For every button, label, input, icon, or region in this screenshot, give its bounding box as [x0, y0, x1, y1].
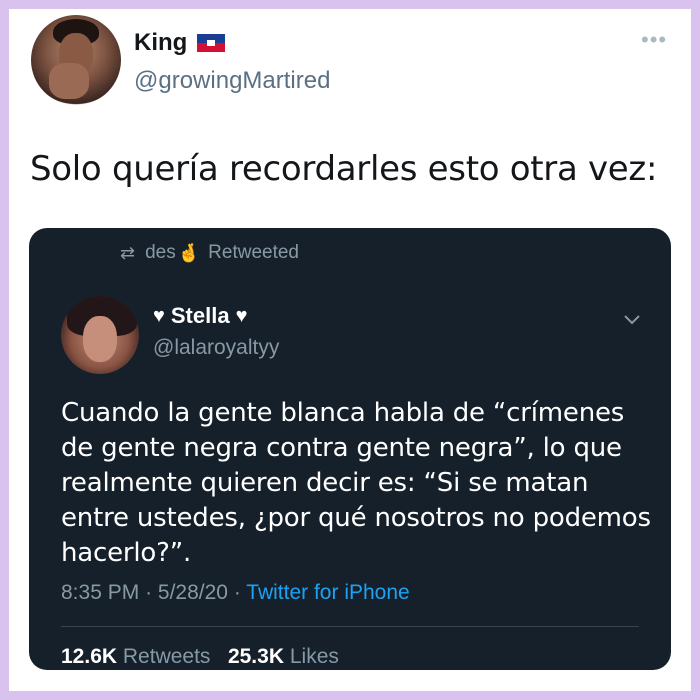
- heart-icon: ♥: [153, 304, 165, 327]
- screenshot-frame: King @growingMartired ••• Solo quería re…: [9, 9, 691, 691]
- crossed-fingers-icon: 🤞: [177, 242, 201, 263]
- retweeted-label: Retweeted: [208, 242, 299, 263]
- tweet-text: Solo quería recordarles esto otra vez:: [30, 149, 658, 189]
- embedded-avatar[interactable]: [61, 296, 139, 374]
- tweet-date[interactable]: 5/28/20: [158, 581, 228, 604]
- embedded-display-name[interactable]: Stella: [171, 303, 230, 329]
- meta-separator: ·: [145, 581, 153, 604]
- likes-count: 25.3K: [227, 645, 284, 668]
- tweet-stats: 12.6K Retweets 25.3K Likes: [61, 645, 339, 669]
- retweets-count: 12.6K: [61, 645, 118, 668]
- likes-stat[interactable]: 25.3K Likes: [228, 645, 339, 668]
- author-handle[interactable]: @growingMartired: [134, 67, 330, 95]
- meta-separator: ·: [233, 581, 241, 604]
- embedded-name-row: ♥ Stella ♥: [153, 303, 247, 329]
- chevron-down-icon[interactable]: [623, 310, 641, 331]
- heart-icon: ♥: [235, 304, 248, 327]
- tweet-time[interactable]: 8:35 PM: [61, 581, 139, 604]
- embedded-tweet-text: Cuando la gente blanca habla de “crímene…: [61, 398, 651, 568]
- retweet-context: ⇄ des 🤞 Retweeted: [120, 242, 299, 264]
- embedded-avatar-face: [83, 316, 117, 362]
- author-display-name[interactable]: King: [134, 29, 187, 57]
- haiti-flag-icon: [197, 34, 226, 52]
- retweeted-by-name[interactable]: des: [145, 242, 176, 264]
- embedded-tweet-card[interactable]: ⇄ des 🤞 Retweeted ♥ Stella ♥ @lalaroyalt…: [29, 228, 671, 670]
- tweet-meta: 8:35 PM · 5/28/20 · Twitter for iPhone: [61, 581, 410, 605]
- retweets-label: Retweets: [122, 645, 211, 668]
- more-dots-icon[interactable]: •••: [641, 29, 667, 51]
- likes-label: Likes: [289, 645, 339, 668]
- retweet-icon: ⇄: [120, 242, 136, 263]
- avatar-hand: [49, 63, 89, 99]
- author-name-row: King: [134, 29, 226, 57]
- divider: [61, 626, 639, 627]
- retweets-stat[interactable]: 12.6K Retweets: [61, 645, 210, 668]
- tweet-source-link[interactable]: Twitter for iPhone: [246, 581, 409, 604]
- embedded-handle[interactable]: @lalaroyaltyy: [153, 336, 279, 360]
- avatar[interactable]: [31, 15, 121, 105]
